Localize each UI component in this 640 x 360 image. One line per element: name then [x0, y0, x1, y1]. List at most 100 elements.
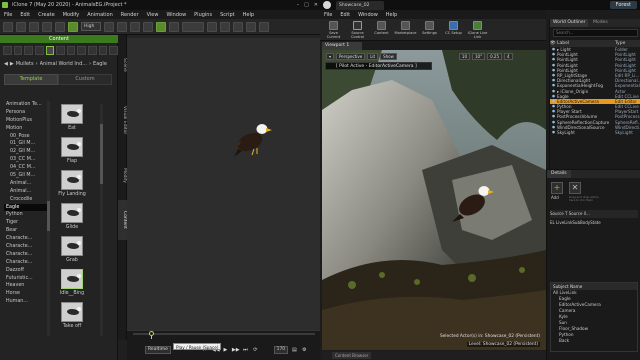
- tree-item[interactable]: Eagle: [4, 203, 48, 212]
- tree-item[interactable]: 05_Gll M...: [4, 172, 48, 180]
- tree-item[interactable]: Human...: [4, 298, 48, 306]
- motion-thumbnail[interactable]: Take off: [58, 302, 86, 329]
- breadcrumb-item[interactable]: Eagle: [93, 61, 107, 67]
- camera-dropdown[interactable]: [182, 21, 204, 32]
- move-icon[interactable]: [117, 21, 127, 32]
- project-category-icon[interactable]: [3, 45, 12, 55]
- tree-scroll-thumb[interactable]: [47, 201, 50, 231]
- tree-item[interactable]: Animal...: [4, 180, 48, 188]
- go-end-button[interactable]: ⏭: [242, 347, 249, 354]
- motion-thumbnail[interactable]: Grab: [58, 236, 86, 263]
- side-tab-modify[interactable]: Modify: [118, 155, 127, 195]
- remove-icon[interactable]: ✕: [569, 182, 581, 194]
- motion-thumbnail[interactable]: Eat: [58, 104, 86, 131]
- maximize-button[interactable]: □: [304, 0, 309, 10]
- minimize-button[interactable]: –: [297, 0, 300, 10]
- prop-category-icon[interactable]: [34, 45, 44, 55]
- tree-item[interactable]: Animal...: [4, 188, 48, 196]
- side-tab-content[interactable]: Content: [118, 200, 127, 240]
- motion-thumbnail[interactable]: Flap: [58, 137, 86, 164]
- set-category-icon[interactable]: [13, 45, 23, 55]
- tree-item[interactable]: Bear: [4, 227, 48, 235]
- marketplace-button[interactable]: Marketplace: [394, 19, 417, 41]
- timeline-track[interactable]: [133, 333, 315, 335]
- settings-button[interactable]: Settings: [418, 19, 441, 41]
- gizmo-icon[interactable]: [233, 21, 243, 32]
- tab-world-outliner[interactable]: World Outliner: [550, 19, 589, 27]
- motion-thumbnail[interactable]: Idle__Bing: [58, 269, 86, 296]
- grid-snap-button[interactable]: 10: [458, 53, 470, 60]
- tree-item[interactable]: 01_Gll M...: [4, 140, 48, 148]
- rotation-snap-button[interactable]: 10°: [472, 53, 486, 60]
- light-icon[interactable]: [207, 21, 217, 32]
- menu-render[interactable]: Render: [121, 12, 139, 18]
- cc-setup-button[interactable]: CC Setup: [442, 19, 465, 41]
- animation-category-icon[interactable]: [45, 45, 55, 55]
- breadcrumb-item[interactable]: Animal World Ind...: [40, 61, 87, 67]
- fast-forward-button[interactable]: ▶▶: [232, 347, 240, 354]
- ue-menu-file[interactable]: File: [324, 12, 332, 18]
- tree-item[interactable]: Animation Te...: [4, 101, 48, 109]
- save-project-icon[interactable]: [29, 21, 39, 32]
- scale-icon[interactable]: [143, 21, 153, 32]
- screenshot-icon[interactable]: [246, 21, 256, 32]
- menu-edit[interactable]: Edit: [20, 12, 30, 18]
- tree-item[interactable]: Dazzoff: [4, 267, 48, 275]
- forward-arrow-icon[interactable]: ▶: [10, 61, 14, 67]
- tree-item[interactable]: Horse: [4, 290, 48, 298]
- new-project-icon[interactable]: [3, 21, 13, 32]
- visibility-eye-icon[interactable]: ●: [550, 130, 557, 135]
- ue-menu-help[interactable]: Help: [386, 12, 397, 18]
- tree-item[interactable]: MotionPlus: [4, 117, 48, 125]
- iclone-live-link-button[interactable]: iClone Live Link: [466, 19, 489, 41]
- script-category-icon[interactable]: [109, 45, 119, 55]
- physics-icon[interactable]: [220, 21, 230, 32]
- outliner-row[interactable]: ● SkyLight SkyLight: [550, 130, 640, 135]
- side-tab-visual-editor[interactable]: Visual Editor: [118, 90, 127, 150]
- menu-help[interactable]: Help: [243, 12, 254, 18]
- side-tab-scene[interactable]: Scene: [118, 45, 127, 85]
- tree-item[interactable]: Heaven: [4, 282, 48, 290]
- menu-modify[interactable]: Modify: [63, 12, 80, 18]
- unreal-viewport[interactable]: ▾ Perspective Lit Show 10 10° 0.25 4 [ P…: [322, 50, 546, 350]
- outliner-search-input[interactable]: Search...: [553, 29, 638, 37]
- menu-window[interactable]: Window: [166, 12, 186, 18]
- tree-item[interactable]: Tiger: [4, 219, 48, 227]
- iclone-viewport[interactable]: [127, 35, 320, 330]
- camera-speed-button[interactable]: 4: [504, 53, 513, 60]
- sky-category-icon[interactable]: [88, 45, 97, 55]
- thumb-scroll-thumb[interactable]: [100, 124, 103, 184]
- tree-scrollbar[interactable]: [47, 101, 50, 336]
- tree-item[interactable]: Characte...: [4, 259, 48, 267]
- tree-item[interactable]: 04_CC M...: [4, 164, 48, 172]
- motion-thumbnail[interactable]: Glide: [58, 203, 86, 230]
- open-project-icon[interactable]: [16, 21, 26, 32]
- show-button[interactable]: Show: [380, 53, 397, 60]
- stage-category-icon[interactable]: [56, 45, 65, 55]
- tree-item[interactable]: Motion: [4, 125, 48, 133]
- tree-item[interactable]: Characte...: [4, 243, 48, 251]
- tree-item[interactable]: Characte...: [4, 251, 48, 259]
- tree-item[interactable]: Crocodile: [4, 196, 48, 204]
- menu-script[interactable]: Script: [220, 12, 235, 18]
- level-document-tab[interactable]: Showcase_02: [336, 1, 384, 10]
- play-button[interactable]: ▶: [222, 347, 229, 354]
- menu-view[interactable]: View: [147, 12, 159, 18]
- scale-snap-button[interactable]: 0.25: [487, 53, 502, 60]
- tree-item[interactable]: Python: [4, 211, 48, 219]
- save-current-button[interactable]: Save Current: [322, 19, 345, 41]
- source-control-button[interactable]: Source Control: [346, 19, 369, 41]
- tab-template[interactable]: Template: [4, 74, 58, 85]
- rotate-icon[interactable]: [130, 21, 140, 32]
- tree-item[interactable]: 02_Gll M...: [4, 148, 48, 156]
- type-column[interactable]: Type: [615, 40, 625, 47]
- viewport-tab[interactable]: Viewport 1: [322, 42, 362, 50]
- menu-animation[interactable]: Animation: [87, 12, 113, 18]
- tab-custom[interactable]: Custom: [58, 74, 112, 85]
- redo-icon[interactable]: [55, 21, 65, 32]
- undo-icon[interactable]: [42, 21, 52, 32]
- label-column[interactable]: Label: [557, 40, 615, 47]
- actor-category-icon[interactable]: [24, 45, 33, 55]
- settings-icon[interactable]: ⚙: [301, 347, 308, 354]
- content-button[interactable]: Content: [370, 19, 393, 41]
